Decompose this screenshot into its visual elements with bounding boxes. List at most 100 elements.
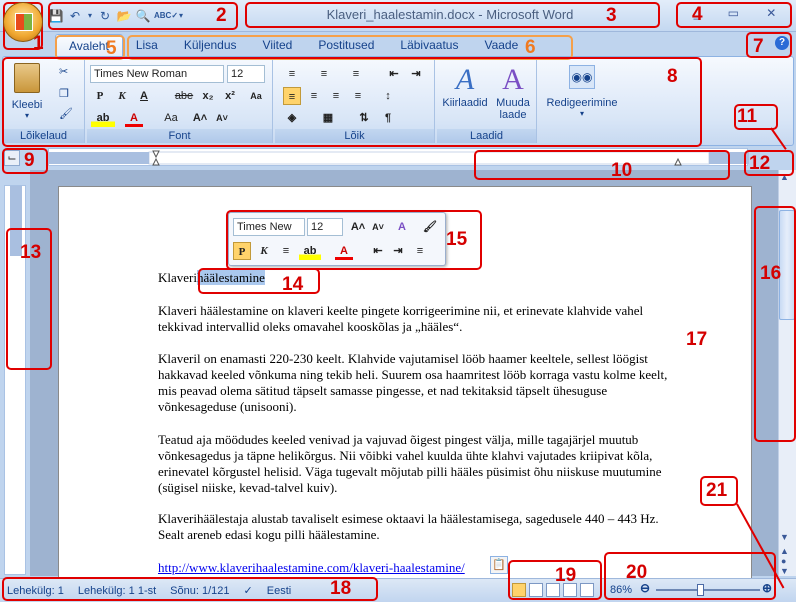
align-right-icon[interactable]: ≡ bbox=[327, 87, 345, 105]
copy-icon[interactable]: ❐ bbox=[59, 87, 69, 100]
paste-button[interactable]: Kleebi ▾ bbox=[9, 63, 45, 123]
strikethrough-button[interactable]: abe bbox=[171, 87, 197, 105]
maximize-button[interactable]: ▭ bbox=[728, 6, 739, 20]
bullets-icon[interactable]: ≡ bbox=[283, 65, 301, 83]
mini-italic-button[interactable]: K bbox=[255, 242, 273, 260]
align-left-icon[interactable]: ≡ bbox=[283, 87, 301, 105]
status-page[interactable]: Lehekülg: 1 bbox=[0, 585, 71, 597]
previous-page-icon[interactable]: ▲ bbox=[780, 546, 789, 556]
mini-center-icon[interactable]: ≡ bbox=[277, 242, 295, 260]
zoom-thumb[interactable] bbox=[697, 584, 704, 596]
subscript-button[interactable]: x₂ bbox=[199, 87, 217, 105]
undo-dropdown-icon[interactable]: ▾ bbox=[86, 8, 94, 24]
shrink-font-icon[interactable]: A˅ bbox=[213, 109, 231, 127]
clear-formatting-icon[interactable]: Aa bbox=[247, 87, 265, 105]
tab-viited[interactable]: Viited bbox=[250, 34, 306, 56]
format-painter-icon[interactable]: 🖌 bbox=[59, 107, 73, 120]
mini-shrink-font-icon[interactable]: A˅ bbox=[369, 218, 387, 236]
show-marks-icon[interactable]: ¶ bbox=[379, 109, 397, 127]
tab-kuljendus[interactable]: Küljendus bbox=[171, 34, 250, 56]
print-layout-icon[interactable] bbox=[512, 583, 526, 597]
print-preview-icon[interactable]: 🔍 bbox=[135, 8, 151, 24]
zoom-slider[interactable] bbox=[656, 589, 760, 591]
redo-icon[interactable]: ↻ bbox=[97, 8, 113, 24]
paste-icon bbox=[14, 63, 40, 93]
change-case-button[interactable]: Aa bbox=[159, 109, 183, 127]
multilevel-list-icon[interactable]: ≡ bbox=[347, 65, 365, 83]
tab-vaade[interactable]: Vaade bbox=[471, 34, 531, 56]
mini-highlight-icon[interactable]: ab bbox=[299, 242, 321, 260]
scroll-up-icon[interactable]: ▲ bbox=[780, 172, 789, 182]
help-icon[interactable]: ? bbox=[775, 36, 789, 50]
status-words[interactable]: Sõnu: 1/121 bbox=[163, 585, 236, 597]
paragraph-3[interactable]: Teatud aja möödudes keeled venivad ja va… bbox=[158, 432, 678, 496]
tab-selector[interactable]: ⌙ bbox=[4, 150, 20, 166]
status-section[interactable]: Lehekülg: 1 1-st bbox=[71, 585, 163, 597]
mini-increase-indent-icon[interactable]: ⇥ bbox=[389, 242, 407, 260]
tab-lisa[interactable]: Lisa bbox=[123, 34, 171, 56]
document-heading[interactable]: Klaverihäälestamine bbox=[158, 270, 678, 286]
font-size-select[interactable]: 12 bbox=[227, 65, 265, 83]
browse-object-icon[interactable]: ● bbox=[781, 556, 786, 566]
styles-label: Laadid bbox=[437, 129, 536, 143]
underline-button[interactable]: A bbox=[135, 87, 153, 105]
italic-button[interactable]: K bbox=[113, 87, 131, 105]
zoom-in-icon[interactable]: ⊕ bbox=[762, 581, 772, 595]
full-screen-reading-icon[interactable] bbox=[529, 583, 543, 597]
horizontal-ruler[interactable] bbox=[48, 148, 749, 166]
open-icon[interactable]: 📂 bbox=[116, 8, 132, 24]
window-title: Klaveri_haalestamin.docx - Microsoft Wor… bbox=[326, 7, 574, 22]
close-button[interactable]: ✕ bbox=[766, 6, 776, 20]
scroll-thumb[interactable] bbox=[779, 210, 795, 320]
zoom-level[interactable]: 86% bbox=[610, 584, 632, 596]
mini-grow-font-icon[interactable]: A˄ bbox=[349, 218, 367, 236]
mini-size-select[interactable]: 12 bbox=[307, 218, 343, 236]
font-family-select[interactable]: Times New Roman bbox=[90, 65, 224, 83]
next-page-icon[interactable]: ▼ bbox=[780, 566, 789, 576]
cut-icon[interactable]: ✂ bbox=[59, 65, 68, 78]
shading-icon[interactable]: ◈ bbox=[283, 109, 301, 127]
customize-qat-icon[interactable]: ▾ bbox=[173, 8, 189, 24]
scroll-down-icon[interactable]: ▼ bbox=[780, 532, 789, 542]
paragraph-1[interactable]: Klaveri häälestamine on klaveri keelte p… bbox=[158, 303, 678, 335]
undo-icon[interactable]: ↶ bbox=[67, 8, 83, 24]
mini-styles-icon[interactable]: A bbox=[393, 218, 411, 236]
borders-icon[interactable]: ▦ bbox=[319, 109, 337, 127]
quick-styles-button[interactable]: A Kiirlaadid bbox=[441, 63, 489, 109]
mini-font-select[interactable]: Times New bbox=[233, 218, 305, 236]
numbering-icon[interactable]: ≡ bbox=[315, 65, 333, 83]
grow-font-icon[interactable]: A˄ bbox=[191, 109, 209, 127]
spelling-icon[interactable]: ABC✓ bbox=[154, 8, 178, 24]
tab-postitused[interactable]: Postitused bbox=[305, 34, 387, 56]
draft-icon[interactable] bbox=[580, 583, 594, 597]
change-styles-button[interactable]: A Muuda laade bbox=[491, 63, 535, 121]
editing-button[interactable]: ◉◉ Redigeerimine ▾ bbox=[543, 65, 621, 118]
decrease-indent-icon[interactable]: ⇤ bbox=[385, 65, 403, 83]
tab-labivaatus[interactable]: Läbivaatus bbox=[387, 34, 471, 56]
justify-icon[interactable]: ≡ bbox=[349, 87, 367, 105]
line-spacing-icon[interactable]: ↕ bbox=[379, 87, 397, 105]
paste-options-icon[interactable]: 📋 bbox=[490, 556, 508, 574]
sort-icon[interactable]: ⇅ bbox=[355, 109, 373, 127]
selected-text[interactable]: häälestamine bbox=[196, 270, 265, 285]
bold-button[interactable]: P bbox=[91, 87, 109, 105]
font-color-icon[interactable]: A bbox=[125, 109, 143, 127]
superscript-button[interactable]: x² bbox=[221, 87, 239, 105]
paragraph-2[interactable]: Klaveril on enamasti 220-230 keelt. Klah… bbox=[158, 351, 678, 415]
proofing-icon[interactable]: ✓ bbox=[237, 584, 260, 597]
increase-indent-icon[interactable]: ⇥ bbox=[407, 65, 425, 83]
mini-format-painter-icon[interactable]: 🖌 bbox=[421, 218, 439, 236]
mini-font-color-icon[interactable]: A bbox=[335, 242, 353, 260]
quick-access-toolbar: 💾 ↶ ▾ ↻ 📂 🔍 ABC✓ ▾ bbox=[48, 4, 230, 28]
save-icon[interactable]: 💾 bbox=[48, 8, 64, 24]
highlight-icon[interactable]: ab bbox=[91, 109, 115, 127]
status-language[interactable]: Eesti bbox=[260, 585, 298, 597]
mini-bullets-icon[interactable]: ≡ bbox=[411, 242, 429, 260]
mini-decrease-indent-icon[interactable]: ⇤ bbox=[369, 242, 387, 260]
paragraph-4[interactable]: Klaverihäälestaja alustab tavaliselt esi… bbox=[158, 511, 678, 543]
mini-bold-button[interactable]: P bbox=[233, 242, 251, 260]
align-center-icon[interactable]: ≡ bbox=[305, 87, 323, 105]
document-link[interactable]: http://www.klaverihaalestamine.com/klave… bbox=[158, 560, 488, 576]
callout-3: 3 bbox=[606, 5, 617, 26]
office-button[interactable] bbox=[3, 2, 43, 42]
